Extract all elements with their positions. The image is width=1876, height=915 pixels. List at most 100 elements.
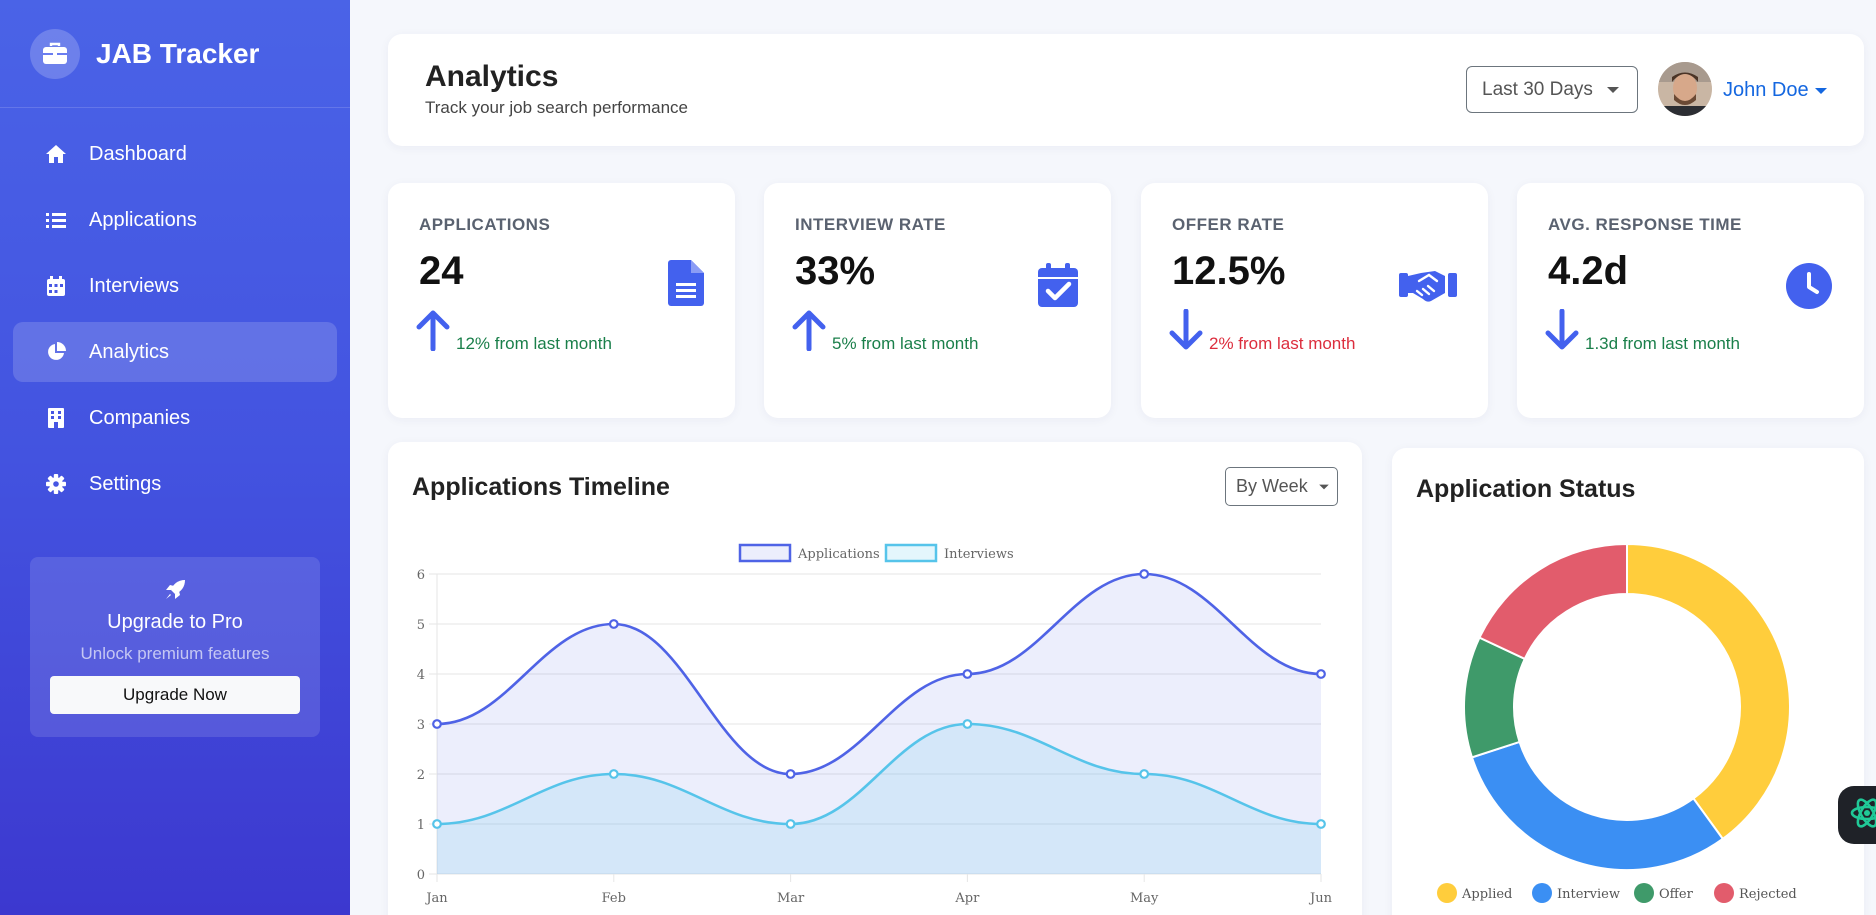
legend-swatch: [1437, 883, 1457, 903]
promo-title: Upgrade to Pro: [107, 611, 243, 633]
pie-chart-icon: [45, 341, 67, 363]
atom-widget-button[interactable]: [1838, 786, 1876, 844]
legend-label: Interview: [1557, 887, 1620, 902]
data-point: [608, 769, 619, 779]
data-point: [1139, 769, 1150, 779]
stat-value: 12.5%: [1172, 249, 1286, 293]
data-point: [785, 769, 796, 779]
y-tick-label: 4: [417, 668, 425, 683]
user-name: John Doe: [1723, 79, 1809, 101]
avatar[interactable]: [1658, 62, 1712, 116]
stat-card-avg-response-time: AVG. RESPONSE TIME 4.2d 1.3d from last m…: [1517, 183, 1864, 418]
sidebar-item-label: Companies: [89, 406, 191, 429]
sidebar-item-label: Interviews: [89, 274, 180, 297]
sidebar-item-interviews[interactable]: Interviews: [13, 256, 337, 316]
pie-slice: [1470, 740, 1725, 871]
promo-subtitle: Unlock premium features: [80, 644, 270, 663]
data-point: [432, 719, 442, 729]
page-header: Analytics Track your job search performa…: [388, 34, 1864, 146]
sidebar-item-applications[interactable]: Applications: [13, 190, 337, 250]
stat-card-interview-rate: INTERVIEW RATE 33% 5% from last month: [764, 183, 1111, 418]
sidebar: JAB Tracker Dashboard Applications Inter…: [0, 0, 350, 915]
sidebar-item-settings[interactable]: Settings: [13, 454, 337, 514]
legend-label: Offer: [1659, 887, 1694, 902]
atom-icon: [1850, 796, 1876, 835]
data-point: [962, 669, 973, 679]
sidebar-item-companies[interactable]: Companies: [13, 388, 337, 448]
status-chart: Applied Interview Offer Rejected: [1437, 542, 1797, 903]
stat-trend: 1.3d from last month: [1545, 308, 1740, 356]
calendar-icon: [45, 275, 67, 297]
legend-label: Applications: [797, 547, 880, 562]
date-range-value: Last 30 Days: [1482, 78, 1593, 100]
stat-card-offer-rate: OFFER RATE 12.5% 2% from last month: [1141, 183, 1488, 418]
stat-trend: 5% from last month: [792, 309, 978, 356]
x-tick-label: May: [1130, 891, 1159, 906]
user-menu[interactable]: John Doe: [1723, 79, 1827, 102]
sidebar-item-dashboard[interactable]: Dashboard: [13, 124, 337, 184]
calendar-check-icon: [1038, 263, 1078, 312]
page-subtitle: Track your job search performance: [425, 98, 688, 117]
stat-trend-text: 12% from last month: [456, 334, 612, 353]
x-tick-label: Jan: [424, 891, 448, 906]
sidebar-item-label: Dashboard: [89, 142, 187, 165]
legend-swatch: [1532, 883, 1552, 903]
upgrade-promo: Upgrade to Pro Unlock premium features U…: [30, 557, 320, 737]
chevron-down-icon: [1606, 86, 1619, 93]
arrow-down-icon: [1169, 308, 1203, 356]
stat-value: 4.2d: [1548, 249, 1629, 293]
x-tick-label: Feb: [602, 891, 626, 906]
data-point: [608, 619, 619, 629]
y-tick-label: 3: [417, 718, 425, 733]
sidebar-item-analytics[interactable]: Analytics: [13, 322, 337, 382]
stat-label: OFFER RATE: [1172, 215, 1285, 234]
chart-legend: Applied Interview Offer Rejected: [1437, 883, 1797, 903]
upgrade-now-button[interactable]: Upgrade Now: [50, 676, 300, 714]
stat-trend: 12% from last month: [416, 309, 612, 356]
stat-value: 24: [419, 249, 464, 293]
data-point: [962, 719, 973, 729]
briefcase-icon: [30, 28, 80, 79]
stat-label: APPLICATIONS: [419, 215, 551, 234]
sidebar-nav: Dashboard Applications Interviews Analyt…: [0, 108, 350, 514]
data-point: [1316, 819, 1326, 829]
pie-slice: [1626, 542, 1791, 841]
sidebar-item-label: Applications: [89, 208, 197, 231]
y-tick-label: 1: [417, 818, 425, 833]
brand-name: JAB Tracker: [96, 37, 260, 69]
arrow-up-icon: [416, 309, 450, 356]
chevron-down-icon: [1814, 87, 1827, 94]
stat-trend-text: 5% from last month: [832, 334, 979, 353]
legend-label: Rejected: [1739, 887, 1797, 902]
application-status-card: Application Status Applied Interview Offer…: [1392, 448, 1864, 915]
legend-swatch: [738, 543, 792, 563]
stat-trend: 2% from last month: [1169, 308, 1356, 356]
y-tick-label: 6: [417, 568, 425, 583]
y-tick-label: 0: [417, 868, 425, 883]
legend-swatch: [884, 543, 938, 563]
rocket-icon: [30, 579, 320, 601]
handshake-icon: [1399, 267, 1457, 308]
data-point: [1139, 569, 1150, 579]
stat-trend-text: 2% from last month: [1209, 334, 1356, 353]
sidebar-item-label: Settings: [89, 472, 162, 495]
stat-label: INTERVIEW RATE: [795, 215, 946, 234]
pie-slice: [1478, 542, 1628, 661]
page-title: Analytics: [425, 60, 559, 93]
y-tick-label: 5: [417, 618, 425, 633]
legend-label: Applied: [1461, 887, 1512, 902]
clock-icon: [1786, 263, 1832, 314]
applications-timeline-card: Applications Timeline By Week 0 1 2 3 4 5 6 Jan…: [388, 442, 1362, 915]
y-tick-label: 2: [417, 768, 425, 783]
x-tick-label: Mar: [777, 891, 805, 906]
data-point: [785, 819, 796, 829]
date-range-select[interactable]: Last 30 Days: [1466, 66, 1638, 113]
stat-trend-text: 1.3d from last month: [1585, 334, 1740, 353]
brand[interactable]: JAB Tracker: [0, 0, 350, 108]
building-icon: [45, 407, 67, 429]
list-icon: [45, 209, 67, 231]
document-icon: [668, 260, 704, 311]
home-icon: [45, 143, 67, 165]
sidebar-item-label: Analytics: [89, 340, 170, 363]
x-tick-label: Jun: [1308, 891, 1333, 906]
